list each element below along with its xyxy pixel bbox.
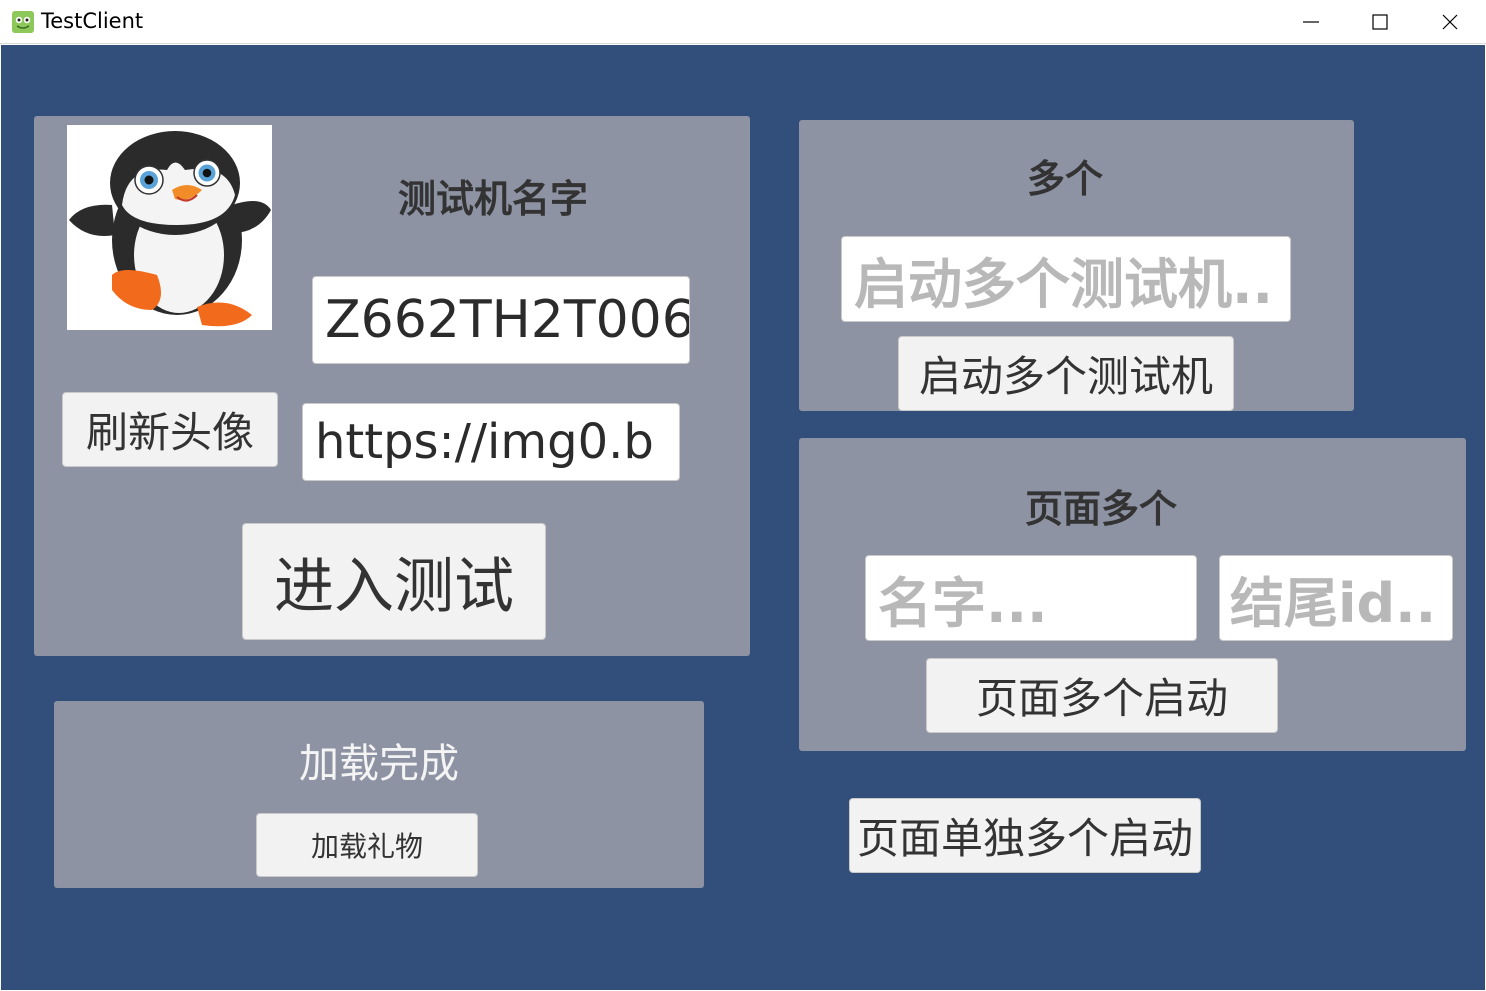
window-title: TestClient <box>41 9 144 33</box>
page-name-input[interactable]: 名字... <box>865 555 1197 641</box>
main-content: 测试机名字 Z662TH2T006 刷新头像 https://img0.b 进入… <box>1 45 1485 990</box>
page-multi-panel-title: 页面多个 <box>1024 487 1177 531</box>
machine-name-input[interactable]: Z662TH2T006 <box>312 276 690 364</box>
minimize-icon <box>1303 21 1319 23</box>
frog-app-icon <box>12 11 34 33</box>
avatar-url-input[interactable]: https://img0.b <box>302 403 680 481</box>
test-machine-name-label: 测试机名字 <box>398 177 589 221</box>
minimize-button[interactable] <box>1276 0 1346 44</box>
maximize-icon <box>1372 14 1388 30</box>
test-machine-panel: 测试机名字 Z662TH2T006 刷新头像 https://img0.b 进入… <box>34 116 750 656</box>
multi-panel: 多个 启动多个测试机.. 启动多个测试机 <box>799 120 1354 411</box>
title-bar: TestClient <box>0 0 1486 44</box>
page-single-multi-start-button[interactable]: 页面单独多个启动 <box>849 798 1201 873</box>
load-status-label: 加载完成 <box>299 741 459 787</box>
multi-count-placeholder: 启动多个测试机.. <box>854 252 1274 316</box>
refresh-avatar-button[interactable]: 刷新头像 <box>62 392 278 467</box>
end-id-placeholder: 结尾id.. <box>1230 571 1437 635</box>
end-id-input[interactable]: 结尾id.. <box>1219 555 1453 641</box>
page-multi-start-button[interactable]: 页面多个启动 <box>926 658 1278 733</box>
page-name-placeholder: 名字... <box>878 571 1048 635</box>
load-gift-button[interactable]: 加载礼物 <box>256 813 478 877</box>
load-panel: 加载完成 加载礼物 <box>54 701 704 888</box>
close-button[interactable] <box>1415 0 1485 44</box>
avatar-url-value: https://img0.b <box>315 414 654 470</box>
multi-panel-title: 多个 <box>1026 157 1103 201</box>
start-multi-button[interactable]: 启动多个测试机 <box>898 336 1234 411</box>
penguin-avatar-image <box>67 125 272 330</box>
page-multi-panel: 页面多个 名字... 结尾id.. 页面多个启动 <box>799 438 1466 751</box>
multi-count-input[interactable]: 启动多个测试机.. <box>841 236 1291 322</box>
close-icon <box>1442 14 1458 30</box>
enter-test-button[interactable]: 进入测试 <box>242 523 546 640</box>
maximize-button[interactable] <box>1345 0 1415 44</box>
machine-name-value: Z662TH2T006 <box>325 290 690 350</box>
